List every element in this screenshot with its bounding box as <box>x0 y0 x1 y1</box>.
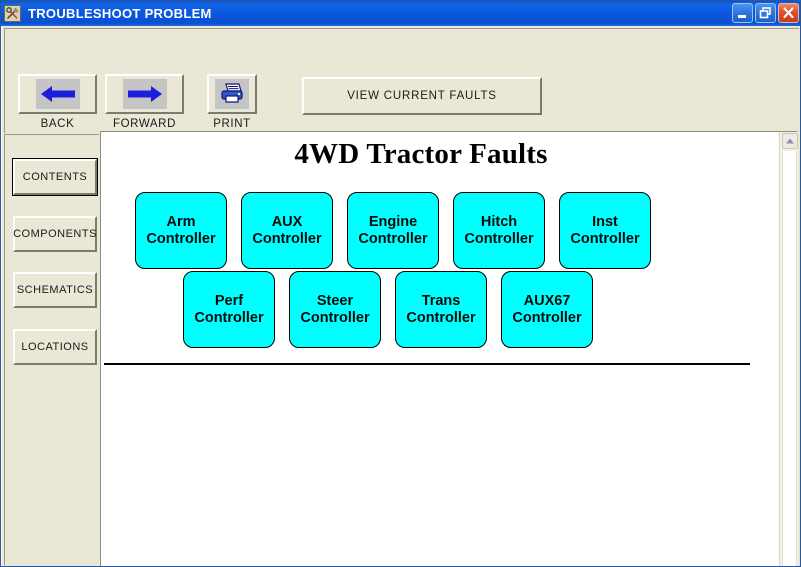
node-label-line2: Controller <box>358 230 428 247</box>
printer-icon <box>215 79 249 109</box>
sidebar-item-schematics[interactable]: SCHEMATICS <box>13 272 97 308</box>
scroll-up-icon[interactable] <box>782 133 798 149</box>
node-label-line2: Controller <box>194 309 264 326</box>
node-label-line1: Inst <box>592 213 618 230</box>
content-divider <box>104 363 750 365</box>
print-button-label: PRINT <box>213 118 251 130</box>
troubleshoot-problem-window: TROUBLESHOOT PROBLEM BACK FORWARD PRINT … <box>0 0 801 567</box>
node-label-line1: Arm <box>166 213 196 230</box>
page-title: 4WD Tractor Faults <box>294 138 548 170</box>
controller-row-2: Perf Controller Steer Controller Trans C… <box>183 271 593 348</box>
toolbar: BACK FORWARD PRINT VIEW CURRENT FAULTS <box>4 28 799 133</box>
node-aux-controller[interactable]: AUX Controller <box>241 192 333 269</box>
node-label-line1: Steer <box>316 292 354 309</box>
node-trans-controller[interactable]: Trans Controller <box>395 271 487 348</box>
node-label-line2: Controller <box>512 309 582 326</box>
sidebar-item-components[interactable]: COMPONENTS <box>13 216 97 252</box>
node-label-line1: Perf <box>214 292 244 309</box>
node-engine-controller[interactable]: Engine Controller <box>347 192 439 269</box>
scrollbar-track[interactable] <box>782 151 797 566</box>
forward-button-label: FORWARD <box>113 118 176 130</box>
close-button[interactable] <box>778 3 799 23</box>
node-aux67-controller[interactable]: AUX67 Controller <box>501 271 593 348</box>
node-label-line2: Controller <box>252 230 322 247</box>
node-label-line2: Controller <box>464 230 534 247</box>
node-arm-controller[interactable]: Arm Controller <box>135 192 227 269</box>
tools-icon <box>4 5 21 22</box>
sidebar: CONTENTS COMPONENTS SCHEMATICS LOCATIONS <box>4 134 99 565</box>
minimize-button[interactable] <box>732 3 753 23</box>
arrow-right-icon <box>122 79 167 109</box>
content-panel: 4WD Tractor Faults Arm Controller AUX Co… <box>100 131 798 566</box>
window-title: TROUBLESHOOT PROBLEM <box>28 6 212 21</box>
back-button[interactable] <box>18 74 97 114</box>
back-button-label: BACK <box>40 118 75 130</box>
sidebar-item-locations[interactable]: LOCATIONS <box>13 329 97 365</box>
node-label-line1: AUX67 <box>523 292 571 309</box>
node-inst-controller[interactable]: Inst Controller <box>559 192 651 269</box>
sidebar-item-contents[interactable]: CONTENTS <box>12 158 98 196</box>
node-label-line1: Engine <box>368 213 418 230</box>
controller-row-1: Arm Controller AUX Controller Engine Con… <box>135 192 651 269</box>
node-label-line1: Trans <box>421 292 461 309</box>
vertical-scrollbar[interactable] <box>779 132 798 566</box>
node-label-line2: Controller <box>570 230 640 247</box>
node-label-line2: Controller <box>300 309 370 326</box>
window-titlebar[interactable]: TROUBLESHOOT PROBLEM <box>1 1 800 26</box>
node-label-line2: Controller <box>146 230 216 247</box>
node-perf-controller[interactable]: Perf Controller <box>183 271 275 348</box>
forward-button[interactable] <box>105 74 184 114</box>
node-label-line2: Controller <box>406 309 476 326</box>
node-label-line1: Hitch <box>480 213 518 230</box>
node-hitch-controller[interactable]: Hitch Controller <box>453 192 545 269</box>
print-button[interactable] <box>207 74 257 114</box>
arrow-left-icon <box>35 79 80 109</box>
view-current-faults-button[interactable]: VIEW CURRENT FAULTS <box>302 77 542 115</box>
restore-button[interactable] <box>755 3 776 23</box>
window-controls <box>732 3 799 23</box>
node-label-line1: AUX <box>271 213 303 230</box>
node-steer-controller[interactable]: Steer Controller <box>289 271 381 348</box>
